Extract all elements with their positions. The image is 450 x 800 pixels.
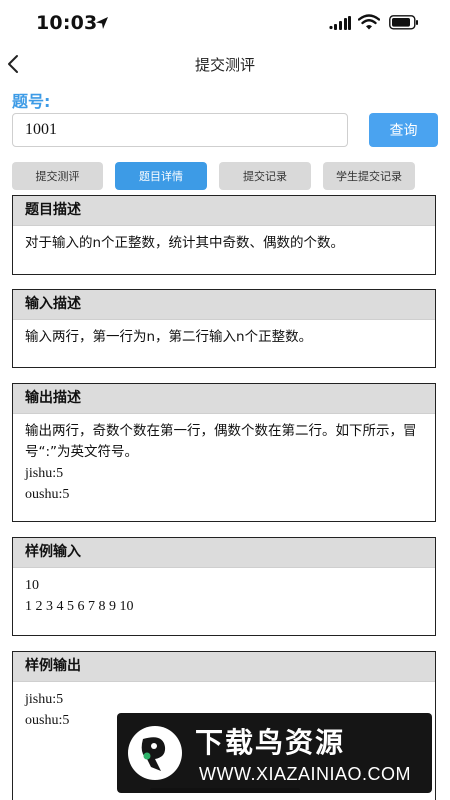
wifi-icon bbox=[358, 14, 380, 30]
tab-student-submission-records[interactable]: 学生提交记录 bbox=[323, 162, 415, 190]
output-example-line: jishu:5 bbox=[25, 466, 64, 481]
section-problem-description: 题目描述 对于输入的n个正整数，统计其中奇数、偶数的个数。 bbox=[12, 195, 436, 275]
watermark-banner: 下载鸟资源 WWW.XIAZAINIAO.COM bbox=[117, 713, 432, 793]
battery-icon bbox=[389, 15, 418, 30]
bird-logo-icon bbox=[128, 726, 182, 780]
tab-problem-details[interactable]: 题目详情 bbox=[115, 162, 207, 190]
tab-submit-evaluation[interactable]: 提交测评 bbox=[12, 162, 103, 190]
section-title: 样例输入 bbox=[13, 538, 435, 568]
section-text: 对于输入的n个正整数，统计其中奇数、偶数的个数。 bbox=[25, 235, 345, 251]
sample-input-line: 10 bbox=[25, 578, 39, 593]
query-button[interactable]: 查询 bbox=[369, 113, 438, 147]
section-title: 输出描述 bbox=[13, 384, 435, 414]
status-bar: 10:03 bbox=[0, 0, 450, 44]
problem-id-label: 题号: bbox=[12, 92, 51, 111]
section-text: 输出两行，奇数个数在第一行，偶数个数在第二行。如下所示，冒号“:”为英文符号。 bbox=[25, 423, 417, 460]
section-title: 题目描述 bbox=[13, 196, 435, 226]
output-example-line: oushu:5 bbox=[25, 487, 70, 502]
section-input-description: 输入描述 输入两行，第一行为n，第二行输入n个正整数。 bbox=[12, 289, 436, 368]
section-output-description: 输出描述 输出两行，奇数个数在第一行，偶数个数在第二行。如下所示，冒号“:”为英… bbox=[12, 383, 436, 522]
section-title: 样例输出 bbox=[13, 652, 435, 682]
problem-id-input[interactable] bbox=[12, 113, 348, 147]
watermark-title: 下载鸟资源 bbox=[195, 726, 346, 759]
location-arrow-icon bbox=[96, 17, 108, 29]
section-title: 输入描述 bbox=[13, 290, 435, 320]
nav-bar: 提交测评 bbox=[0, 44, 450, 84]
tab-submission-records[interactable]: 提交记录 bbox=[219, 162, 311, 190]
sample-output-line: jishu:5 bbox=[25, 692, 64, 707]
home-indicator bbox=[150, 788, 300, 793]
page-title: 提交测评 bbox=[194, 56, 255, 74]
watermark-url: WWW.XIAZAINIAO.COM bbox=[199, 764, 411, 784]
section-sample-input: 样例输入 10 1 2 3 4 5 6 7 8 9 10 bbox=[12, 537, 436, 636]
signal-icon bbox=[329, 16, 351, 30]
section-text: 输入两行，第一行为n，第二行输入n个正整数。 bbox=[25, 329, 313, 345]
sample-input-line: 1 2 3 4 5 6 7 8 9 10 bbox=[25, 599, 134, 614]
status-time: 10:03 bbox=[36, 12, 98, 34]
